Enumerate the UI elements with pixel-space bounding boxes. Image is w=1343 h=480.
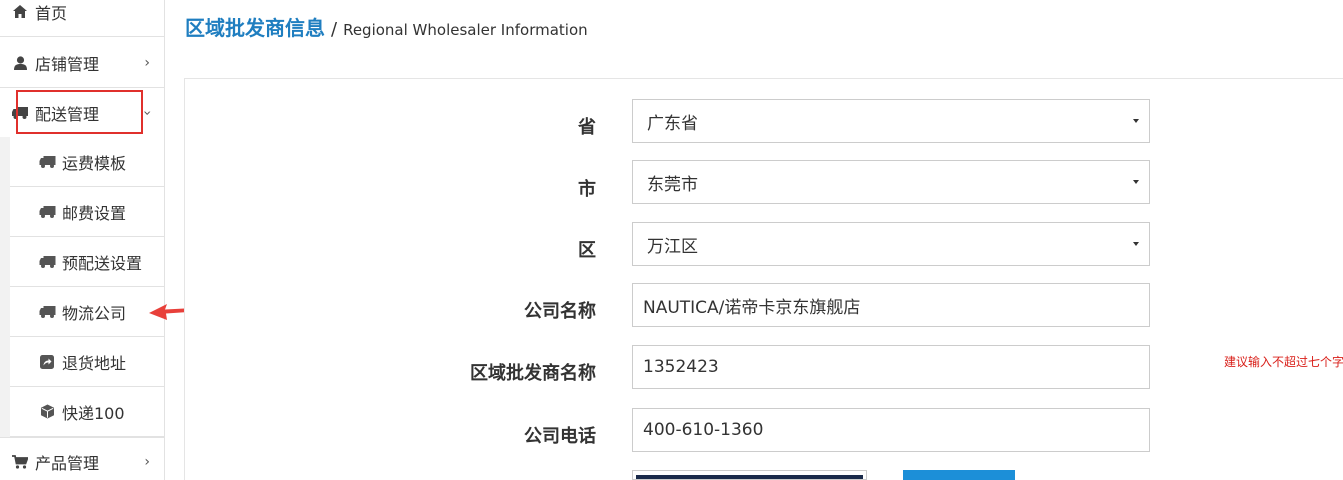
district-select[interactable]: 万江区 [632,222,1150,266]
sidebar-subitem-label: 快递100 [62,403,125,423]
sidebar-item-label: 首页 [35,3,68,23]
sidebar-subitem-label: 物流公司 [62,303,127,323]
district-select-value: 万江区 [647,236,698,257]
city-select-value: 东莞市 [647,174,698,195]
page-header: 区域批发商信息 / Regional Wholesaler Informatio… [185,12,588,42]
share-icon [38,354,56,369]
company-phone-label: 公司电话 [524,426,596,447]
sidebar-subitem-pre-delivery-settings[interactable]: 预配送设置 [10,237,164,287]
user-icon [12,55,28,71]
wholesaler-name-hint: 建议输入不超过七个字 [1224,355,1343,369]
caret-down-icon [1133,119,1139,123]
cart-icon [12,454,28,470]
sidebar-item-label: 店铺管理 [35,54,100,74]
chevron-right-icon: › [144,54,150,71]
company-name-input[interactable] [632,283,1150,327]
sidebar-item-home[interactable]: 首页 [0,0,164,37]
province-select-value: 广东省 [647,113,698,134]
company-name-label: 公司名称 [524,301,596,322]
caret-down-icon [1133,180,1139,184]
truck-icon [38,305,56,319]
district-label: 区 [578,240,596,261]
sidebar-subitem-label: 预配送设置 [62,253,143,273]
sidebar-subitem-label: 退货地址 [62,353,127,373]
company-phone-input[interactable] [632,408,1150,452]
sidebar-item-product-management[interactable]: 产品管理 › [0,437,164,480]
chevron-down-icon: › [139,109,156,116]
chevron-right-icon: › [144,454,150,470]
sidebar-item-label: 配送管理 [35,104,100,124]
sidebar: 首页 店铺管理 › 配送管理 › 运费模板 邮费设置 预配送设置 物流公司 退货… [0,0,165,480]
wholesaler-name-input[interactable] [632,345,1150,389]
submenu-delivery: 运费模板 邮费设置 预配送设置 物流公司 退货地址 快递100 [0,137,164,437]
logo-image-preview [632,470,867,480]
title-separator: / [331,19,338,40]
cube-icon [38,404,56,419]
sidebar-subitem-postage-settings[interactable]: 邮费设置 [10,187,164,237]
page-title: 区域批发商信息 [185,16,325,40]
sidebar-subitem-label: 运费模板 [62,153,127,173]
truck-icon [12,105,28,121]
sidebar-subitem-kuaidi100[interactable]: 快递100 [10,387,164,437]
province-select[interactable]: 广东省 [632,99,1150,143]
city-label: 市 [578,179,596,200]
sidebar-subitem-freight-template[interactable]: 运费模板 [10,137,164,187]
sidebar-item-delivery-management[interactable]: 配送管理 › [0,88,164,138]
sidebar-item-label: 产品管理 [35,454,100,473]
caret-down-icon [1133,242,1139,246]
upload-button[interactable] [903,470,1015,480]
truck-icon [38,255,56,269]
truck-icon [38,205,56,219]
page-subtitle: Regional Wholesaler Information [343,21,588,39]
sidebar-subitem-return-address[interactable]: 退货地址 [10,337,164,387]
truck-icon [38,155,56,169]
home-icon [12,4,28,20]
wholesaler-name-label: 区域批发商名称 [470,363,596,384]
sidebar-subitem-label: 邮费设置 [62,203,127,223]
sidebar-item-store-management[interactable]: 店铺管理 › [0,38,164,88]
province-label: 省 [578,117,596,138]
sidebar-subitem-logistics-company[interactable]: 物流公司 [10,287,164,337]
city-select[interactable]: 东莞市 [632,160,1150,204]
